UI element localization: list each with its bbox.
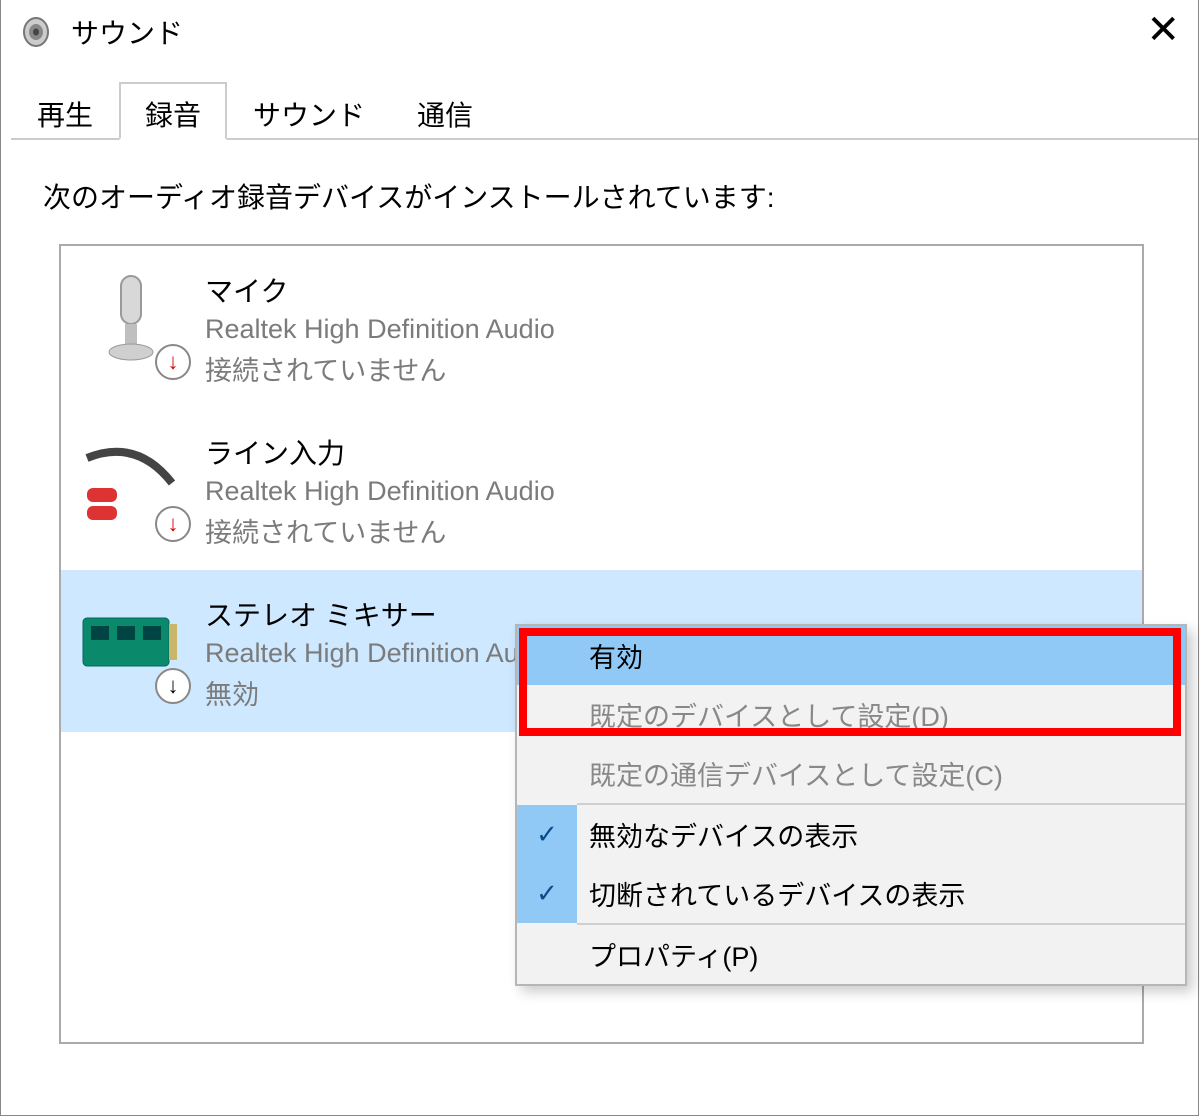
check-icon: ✓ <box>517 864 577 923</box>
device-name: ステレオ ミキサー <box>205 594 555 634</box>
menu-show-disconnected[interactable]: ✓ 切断されているデバイスの表示 <box>517 864 1185 923</box>
device-status: 接続されていません <box>205 511 555 550</box>
status-badge-icon: ↓ <box>155 506 191 542</box>
window-title: サウンド <box>71 12 183 52</box>
microphone-icon: ↓ <box>77 266 185 374</box>
tab-strip: 再生 録音 サウンド 通信 <box>11 82 1198 140</box>
device-name: ライン入力 <box>205 432 555 472</box>
device-mic[interactable]: ↓ マイク Realtek High Definition Audio 接続され… <box>61 246 1142 408</box>
device-status: 無効 <box>205 673 555 712</box>
titlebar: サウンド ✕ <box>1 0 1198 64</box>
tab-recording[interactable]: 録音 <box>119 82 227 140</box>
menu-set-default[interactable]: 既定のデバイスとして設定(D) <box>517 685 1185 744</box>
device-linein[interactable]: ↓ ライン入力 Realtek High Definition Audio 接続… <box>61 408 1142 570</box>
sound-dialog: サウンド ✕ 再生 録音 サウンド 通信 次のオーディオ録音デバイスがインストー… <box>0 0 1199 1116</box>
menu-item-label: プロパティ(P) <box>589 935 758 974</box>
menu-enable[interactable]: 有効 <box>517 626 1185 685</box>
soundcard-icon: ↓ <box>77 590 185 698</box>
speaker-icon <box>19 14 55 50</box>
menu-item-label: 既定の通信デバイスとして設定(C) <box>589 754 1003 793</box>
menu-set-default-comm[interactable]: 既定の通信デバイスとして設定(C) <box>517 744 1185 803</box>
close-icon[interactable]: ✕ <box>1146 10 1180 50</box>
linein-icon: ↓ <box>77 428 185 536</box>
menu-item-label: 有効 <box>589 636 643 675</box>
device-driver: Realtek High Definition Audio <box>205 476 555 507</box>
status-badge-icon: ↓ <box>155 668 191 704</box>
device-labels: マイク Realtek High Definition Audio 接続されてい… <box>205 266 555 388</box>
menu-item-label: 切断されているデバイスの表示 <box>589 874 965 913</box>
status-badge-icon: ↓ <box>155 344 191 380</box>
device-labels: ライン入力 Realtek High Definition Audio 接続され… <box>205 428 555 550</box>
context-menu: 有効 既定のデバイスとして設定(D) 既定の通信デバイスとして設定(C) ✓ 無… <box>515 624 1187 986</box>
check-icon: ✓ <box>517 805 577 864</box>
menu-properties[interactable]: プロパティ(P) <box>517 925 1185 984</box>
tab-sounds[interactable]: サウンド <box>227 82 391 140</box>
menu-item-label: 既定のデバイスとして設定(D) <box>589 695 949 734</box>
tab-playback[interactable]: 再生 <box>11 82 119 140</box>
menu-item-label: 無効なデバイスの表示 <box>589 815 858 854</box>
device-status: 接続されていません <box>205 349 555 388</box>
device-name: マイク <box>205 270 555 310</box>
menu-show-disabled[interactable]: ✓ 無効なデバイスの表示 <box>517 805 1185 864</box>
device-driver: Realtek High Definition Audio <box>205 638 555 669</box>
tab-communications[interactable]: 通信 <box>391 82 499 140</box>
panel-heading: 次のオーディオ録音デバイスがインストールされています: <box>43 176 1188 216</box>
device-driver: Realtek High Definition Audio <box>205 314 555 345</box>
device-labels: ステレオ ミキサー Realtek High Definition Audio … <box>205 590 555 712</box>
